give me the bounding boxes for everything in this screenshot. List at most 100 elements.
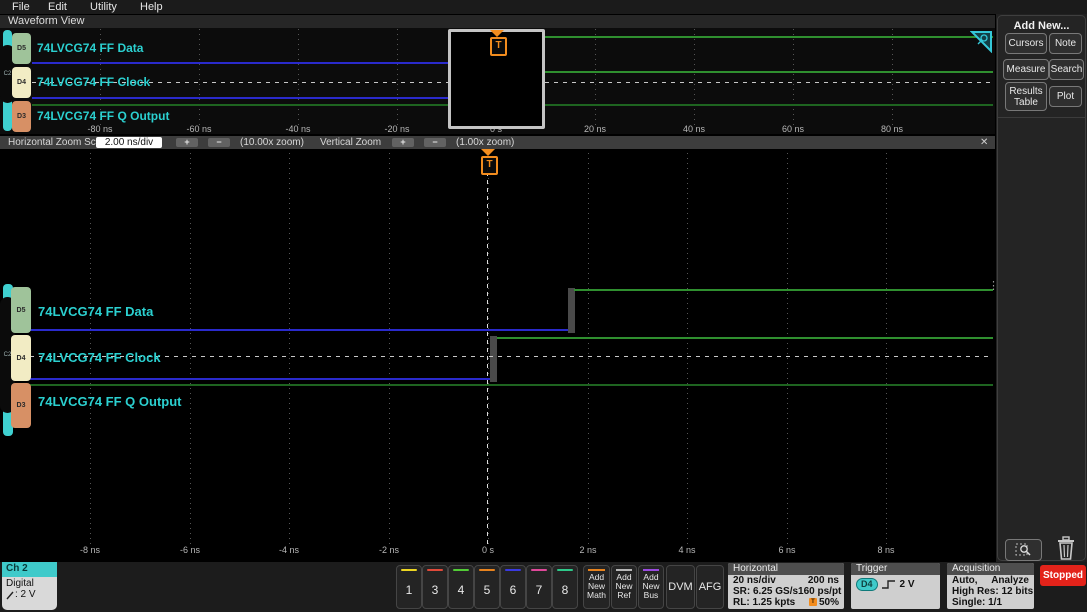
main-axis-label: 6 ns	[778, 545, 796, 555]
v-zoom-in-button[interactable]: +	[392, 138, 414, 147]
menu-item-utility[interactable]: Utility	[90, 1, 117, 13]
main-axis-label: 0 s	[481, 545, 494, 555]
clock-waveform-high-segment	[497, 71, 993, 73]
note-button[interactable]: Note	[1049, 33, 1082, 54]
v-zoom-readout: (1.00x zoom)	[456, 137, 515, 148]
trigger-panel-title: Trigger	[851, 563, 940, 575]
menu-bar: File Edit Utility Help	[0, 0, 1087, 14]
main-axis-label: 8 ns	[877, 545, 895, 555]
plot-button[interactable]: Plot	[1049, 86, 1082, 107]
channel-badge-d3[interactable]: D3	[12, 101, 31, 132]
channel-label-clock[interactable]: 74LVCG74 FF Clock	[38, 350, 161, 365]
channel-badge-d5[interactable]: D5	[12, 33, 31, 64]
panel-splitter-grip[interactable]: ⋮	[988, 279, 995, 292]
cursors-button[interactable]: Cursors	[1005, 33, 1047, 54]
grid-line	[787, 153, 788, 547]
trigger-position-line	[487, 172, 488, 546]
channel-button-3[interactable]: 3	[422, 565, 448, 609]
menu-item-edit[interactable]: Edit	[48, 1, 67, 13]
dvm-button[interactable]: DVM	[666, 565, 695, 609]
trigger-position-arrow-icon[interactable]	[481, 149, 495, 156]
channel-button-1[interactable]: 1	[396, 565, 422, 609]
menu-item-file[interactable]: File	[12, 1, 30, 13]
acquisition-panel-title: Acquisition	[947, 563, 1034, 575]
zoom-close-icon[interactable]: ✕	[980, 137, 988, 148]
h-zoom-scale-input[interactable]	[96, 137, 162, 148]
menu-item-help[interactable]: Help	[140, 1, 163, 13]
channel-button-4[interactable]: 4	[448, 565, 474, 609]
trigger-level-line	[30, 356, 993, 357]
grid-line	[687, 153, 688, 547]
h-zoom-scale-label: Horizontal Zoom Scale	[8, 137, 110, 148]
h-zoom-readout: (10.00x zoom)	[240, 137, 304, 148]
grid-line	[588, 153, 589, 547]
trash-icon[interactable]	[1055, 536, 1077, 561]
channel-label-clock[interactable]: 74LVCG74 FF Clock	[37, 75, 150, 89]
overview-axis-label: -20 ns	[384, 124, 410, 134]
h-zoom-in-button[interactable]: +	[176, 138, 198, 147]
tab-waveform-view[interactable]: Waveform View	[8, 15, 84, 27]
grid-line	[886, 153, 887, 547]
data-waveform-high-segment	[505, 36, 993, 38]
acquisition-settings-panel[interactable]: Acquisition Auto, Analyze High Res: 12 bi…	[947, 563, 1034, 609]
rising-edge-icon	[881, 580, 895, 589]
threshold-icon	[6, 591, 14, 599]
trigger-position-flag-icon[interactable]: T	[490, 37, 507, 56]
channel-button-label: 5	[483, 582, 491, 597]
math-color-stripe	[587, 569, 606, 571]
channel-2-threshold: : 2 V	[15, 589, 36, 600]
touch-zoom-icon	[1015, 543, 1031, 556]
h-zoom-out-button[interactable]: −	[208, 138, 230, 147]
search-button[interactable]: Search	[1049, 59, 1084, 80]
channel-label-data[interactable]: 74LVCG74 FF Data	[38, 304, 153, 319]
trigger-settings-panel[interactable]: Trigger D4 2 V	[851, 563, 940, 609]
main-axis-label: -4 ns	[278, 545, 299, 555]
data-waveform-high-segment	[574, 289, 993, 291]
trigger-position-flag-icon[interactable]: T	[481, 156, 498, 175]
clock-waveform-low-segment	[32, 97, 497, 99]
trigger-position-arrow-icon[interactable]	[490, 30, 504, 37]
v-zoom-label: Vertical Zoom	[320, 137, 382, 148]
grid-line	[389, 153, 390, 547]
horizontal-panel-title: Horizontal	[728, 563, 844, 575]
channel-badge-d3[interactable]: D3	[11, 383, 31, 428]
grid-line	[298, 29, 299, 126]
channel-button-6[interactable]: 6	[500, 565, 526, 609]
grid-line	[892, 29, 893, 126]
add-new-math-button[interactable]: Add New Math	[583, 565, 610, 609]
zoom-toolbar: Horizontal Zoom Scale + − (10.00x zoom) …	[0, 136, 995, 149]
grid-line	[793, 29, 794, 126]
grid-line	[488, 153, 489, 547]
channel-label-q-output[interactable]: 74LVCG74 FF Q Output	[37, 109, 169, 123]
channel-badge-d4[interactable]: D4	[11, 335, 31, 381]
add-new-bus-button[interactable]: Add New Bus	[638, 565, 664, 609]
channel-2-badge[interactable]: Ch 2 Digital : 2 V	[2, 562, 57, 610]
results-table-button[interactable]: Results Table	[1005, 82, 1047, 111]
overview-axis-label: 80 ns	[880, 124, 904, 134]
zoom-corner-icon[interactable]	[970, 30, 993, 53]
v-zoom-out-button[interactable]: −	[424, 138, 446, 147]
afg-button[interactable]: AFG	[696, 565, 724, 609]
trigger-level-value: 2 V	[899, 579, 915, 590]
clock-waveform-low-segment	[30, 378, 490, 380]
channel-badge-d5[interactable]: D5	[11, 287, 31, 333]
data-waveform-low-segment	[32, 62, 505, 64]
touch-zoom-button[interactable]	[1005, 539, 1042, 561]
add-new-title: Add New...	[1013, 20, 1070, 32]
channel-button-8[interactable]: 8	[552, 565, 578, 609]
horizontal-settings-panel[interactable]: Horizontal 20 ns/div 200 ns SR: 6.25 GS/s…	[728, 563, 844, 609]
channel-label-data[interactable]: 74LVCG74 FF Data	[37, 41, 143, 55]
measure-button[interactable]: Measure	[1003, 59, 1049, 80]
grid-line	[289, 153, 290, 547]
main-axis-label: -6 ns	[179, 545, 200, 555]
channel-button-7[interactable]: 7	[526, 565, 552, 609]
main-axis-label: -8 ns	[79, 545, 100, 555]
channel-badge-d4[interactable]: D4	[12, 67, 31, 98]
run-state-badge[interactable]: Stopped	[1040, 565, 1086, 586]
channel-label-q-output[interactable]: 74LVCG74 FF Q Output	[38, 394, 182, 409]
add-new-ref-button[interactable]: Add New Ref	[611, 565, 637, 609]
trigger-position-mini-icon: T	[808, 598, 817, 607]
channel-button-label: 6	[509, 582, 517, 597]
bus-color-stripe	[642, 569, 660, 571]
channel-button-5[interactable]: 5	[474, 565, 500, 609]
